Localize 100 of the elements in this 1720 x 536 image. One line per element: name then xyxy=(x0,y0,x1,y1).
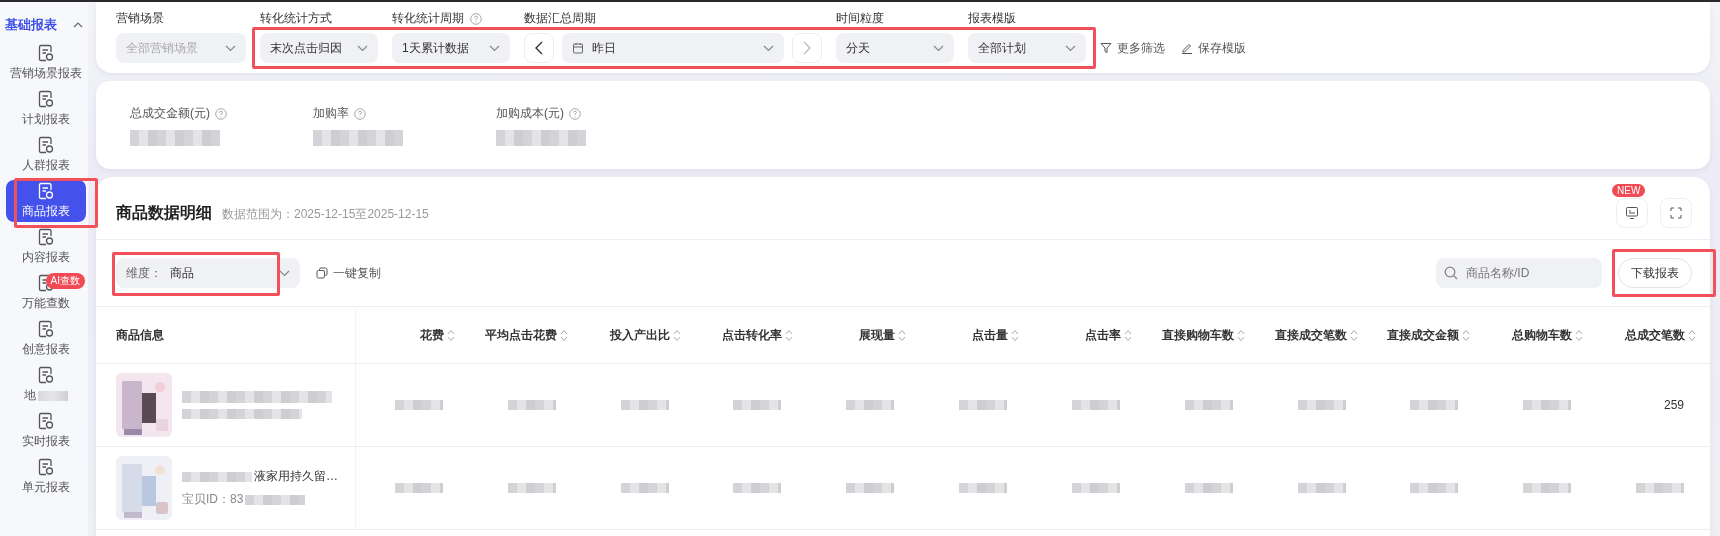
blurred-block xyxy=(959,400,1007,410)
sidebar-item[interactable]: 地 xyxy=(6,364,86,406)
blurred-block xyxy=(620,483,669,493)
report-icon xyxy=(38,90,54,108)
toolbar-button[interactable]: 保存模版 xyxy=(1181,39,1246,57)
column-header: 商品信息 xyxy=(116,326,164,344)
download-button[interactable]: 下载报表 xyxy=(1618,258,1692,288)
search-box[interactable]: 商品名称/ID xyxy=(1436,258,1602,288)
sidebar-item[interactable]: 内容报表 xyxy=(6,226,86,268)
blurred-block xyxy=(245,494,306,505)
report-icon xyxy=(38,458,54,476)
report-icon xyxy=(38,136,54,154)
column-header: 投入产出比 xyxy=(609,326,670,344)
filter-label: 营销场景 xyxy=(116,10,164,27)
copy-button[interactable]: 一键复制 xyxy=(316,264,381,282)
feedback-button[interactable] xyxy=(1616,198,1648,228)
product-title[interactable]: 液家用持久留… xyxy=(254,468,338,485)
select-field[interactable]: 分天 xyxy=(836,33,954,63)
date-range: 数据范围为：2025-12-15至2025-12-15 xyxy=(222,205,429,223)
column-header: 直接成交笔数 xyxy=(1274,326,1347,344)
sort-icon[interactable] xyxy=(1575,328,1584,342)
filter-label: 转化统计方式 xyxy=(260,10,332,27)
search-icon xyxy=(1444,266,1458,280)
sort-icon[interactable] xyxy=(1123,328,1132,342)
search-field[interactable]: 商品名称/ID xyxy=(1464,265,1588,281)
metric-label: 加购率 xyxy=(313,105,349,122)
sort-icon[interactable] xyxy=(446,328,455,342)
new-badge: NEW xyxy=(1612,184,1646,197)
column-header: 平均点击花费 xyxy=(484,326,557,344)
blurred-block xyxy=(1523,483,1572,493)
sidebar-item[interactable]: 单元报表 xyxy=(6,456,86,498)
select-field[interactable]: 全部计划 xyxy=(968,33,1086,63)
chevron-down-icon xyxy=(763,44,774,52)
product-id: 宝贝ID：83 xyxy=(182,491,244,508)
report-icon xyxy=(38,44,54,62)
sidebar-item[interactable]: 营销场景报表 xyxy=(6,42,86,84)
sort-icon[interactable] xyxy=(1011,328,1019,342)
metric-label: 总成交金额(元) xyxy=(130,105,210,122)
report-icon xyxy=(38,320,54,338)
date-field[interactable]: 昨日 xyxy=(562,33,784,63)
filter-label: 报表模版 xyxy=(968,10,1016,27)
sort-icon[interactable] xyxy=(1236,328,1245,342)
next-button[interactable] xyxy=(792,33,822,63)
panel-title: 商品数据明细 xyxy=(116,202,212,223)
sidebar-item[interactable]: AI查数 万能查数 xyxy=(6,272,86,314)
chevron-down-icon xyxy=(1065,44,1076,52)
toolbar-button[interactable]: 更多筛选 xyxy=(1100,39,1165,57)
sort-icon[interactable] xyxy=(559,328,568,342)
blurred-block xyxy=(620,400,669,410)
table-cell: 259 xyxy=(1663,398,1684,412)
sort-icon[interactable] xyxy=(1688,328,1696,342)
blurred-block xyxy=(394,400,443,410)
help-icon[interactable] xyxy=(215,107,227,120)
chevron-down-icon xyxy=(933,44,944,52)
blurred-block xyxy=(1184,483,1233,493)
sort-icon[interactable] xyxy=(898,328,907,342)
sidebar-item[interactable]: 商品报表 xyxy=(6,180,86,222)
column-header: 总购物车数 xyxy=(1512,326,1573,344)
sidebar-item[interactable]: 人群报表 xyxy=(6,134,86,176)
blurred-block xyxy=(1184,400,1233,410)
chevron-down-icon xyxy=(489,44,500,52)
chevron-down-icon xyxy=(225,44,236,52)
column-header: 展现量 xyxy=(859,326,896,344)
sort-icon[interactable] xyxy=(1349,328,1358,342)
fullscreen-button[interactable] xyxy=(1660,198,1692,228)
select-field[interactable]: 末次点击归因 xyxy=(260,33,378,63)
sort-icon[interactable] xyxy=(672,328,681,342)
metric-label: 加购成本(元) xyxy=(496,105,564,122)
column-header: 总成交笔数 xyxy=(1625,326,1685,344)
help-icon[interactable] xyxy=(470,12,482,25)
dimension-select[interactable]: 维度： 商品 xyxy=(116,258,300,288)
column-header: 直接成交金额 xyxy=(1387,326,1460,344)
previous-button[interactable] xyxy=(524,33,554,63)
sort-icon[interactable] xyxy=(785,328,794,342)
help-icon[interactable] xyxy=(354,107,366,120)
filter-label: 转化统计周期 xyxy=(392,10,464,27)
blurred-block xyxy=(1410,483,1459,493)
select-field[interactable]: 1天累计数据 xyxy=(392,33,510,63)
sidebar-item[interactable]: 计划报表 xyxy=(6,88,86,130)
blurred-block xyxy=(38,390,68,401)
blurred-block xyxy=(1071,400,1120,410)
report-icon xyxy=(38,366,54,384)
pencil-icon xyxy=(1181,42,1193,54)
blurred-block xyxy=(1410,400,1459,410)
chevron-icon[interactable] xyxy=(73,22,83,28)
blurred-block xyxy=(733,483,782,493)
sidebar-item[interactable]: 创意报表 xyxy=(6,318,86,360)
sidebar-item[interactable]: 实时报表 xyxy=(6,410,86,452)
blurred-block xyxy=(1071,483,1120,493)
help-icon[interactable] xyxy=(569,107,581,120)
blurred-block xyxy=(1636,483,1684,493)
sort-icon[interactable] xyxy=(1462,328,1471,342)
blurred-block xyxy=(1523,400,1572,410)
sidebar-group-title[interactable]: 基础报表 xyxy=(5,16,57,34)
blurred-block xyxy=(394,483,443,493)
column-header: 花费 xyxy=(419,326,444,344)
chevron-down-icon xyxy=(357,44,368,52)
blurred-block xyxy=(182,471,252,482)
filter-icon xyxy=(1100,42,1112,54)
copy-icon xyxy=(316,267,328,279)
